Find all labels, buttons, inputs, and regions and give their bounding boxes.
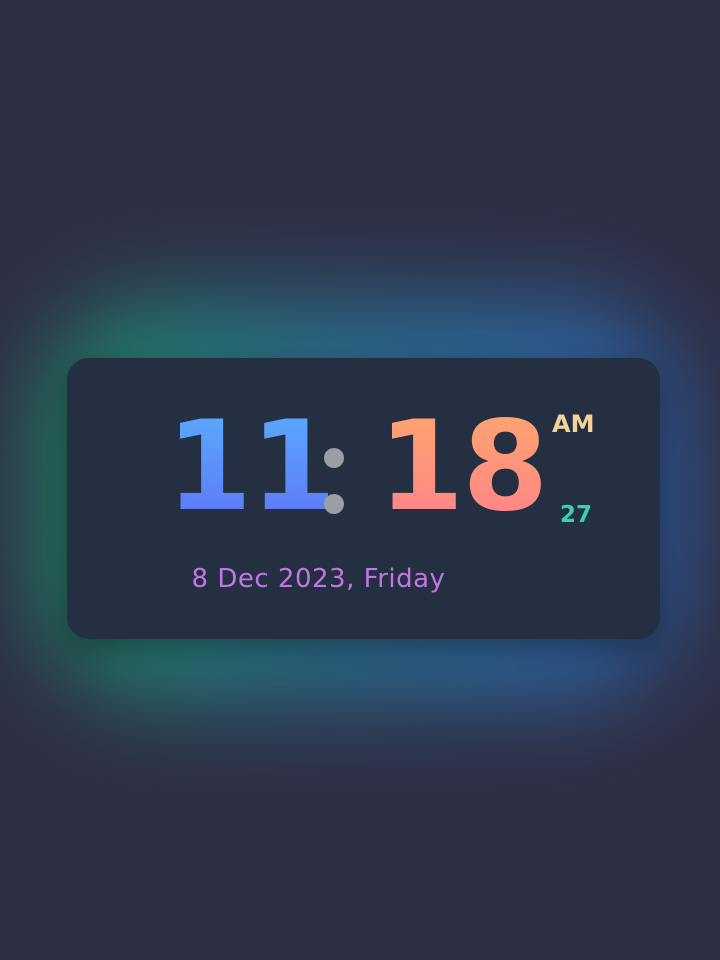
clock-date: 8 Dec 2023, Friday [191, 564, 446, 594]
clock-minutes: 18 [378, 392, 549, 542]
clock-widget[interactable] [67, 358, 660, 639]
clock-seconds: 27 [560, 502, 593, 528]
clock-ampm: AM [552, 410, 595, 438]
colon-dot-bottom [324, 494, 344, 514]
clock-hours: 11 [166, 392, 337, 542]
screen: 11 18 AM 27 8 Dec 2023, Friday [0, 0, 720, 960]
colon-dot-top [324, 448, 344, 468]
